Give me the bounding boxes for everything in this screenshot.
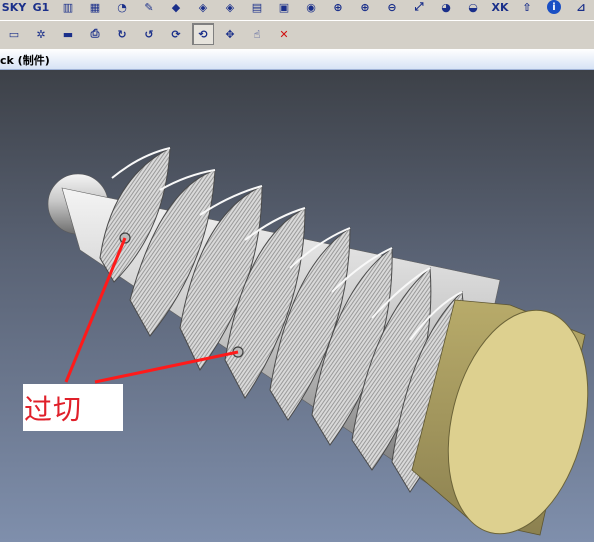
part-body	[47, 147, 589, 536]
rotate-x-icon: ↻	[117, 27, 127, 41]
zoom-window-button[interactable]: ⊕	[327, 0, 349, 18]
g1-button[interactable]: G1	[30, 0, 52, 18]
overcut-callout-label: 过切	[24, 392, 83, 426]
image-button[interactable]: ▬	[57, 23, 79, 45]
overcut-callout-box: 过切	[23, 384, 123, 431]
rotate-z-icon: ⟳	[171, 27, 181, 41]
xk-button[interactable]: XK	[489, 0, 511, 18]
gauge-button[interactable]: ▥	[57, 0, 79, 18]
gauge-text-icon: ▦	[89, 0, 101, 14]
gauge-text-button[interactable]: ▦	[84, 0, 106, 18]
eraser-button[interactable]: ◆	[165, 0, 187, 18]
rotate-z-button[interactable]: ⟳	[165, 23, 187, 45]
pointer-icon: ☝	[253, 27, 261, 41]
pencil-eraser-2-icon: ◈	[225, 0, 235, 14]
rotate-y-button[interactable]: ↺	[138, 23, 160, 45]
settings-button[interactable]: ✲	[30, 23, 52, 45]
sky-view-icon: SKY	[1, 0, 27, 14]
chart-icon: ⊿	[576, 0, 586, 14]
folder-button[interactable]: ▣	[273, 0, 295, 18]
pen-button[interactable]: ✎	[138, 0, 160, 18]
info-icon: i	[547, 0, 561, 14]
sky-view-button[interactable]: SKY	[1, 0, 27, 18]
zoom-in-icon: ⊕	[360, 0, 370, 14]
folder-icon: ▣	[278, 0, 290, 14]
eye-icon: ◕	[441, 0, 451, 14]
export-button[interactable]: ⇧	[516, 0, 538, 18]
fit-view-button[interactable]: ⤢	[408, 0, 430, 18]
xk-icon: XK	[491, 0, 509, 14]
rotate-xy-icon: ⟲	[198, 27, 208, 41]
eraser-icon: ◆	[171, 0, 181, 14]
info-button[interactable]: i	[543, 0, 565, 18]
move-button[interactable]: ✥	[219, 23, 241, 45]
pencil-eraser-icon: ◈	[198, 0, 208, 14]
g1-icon: G1	[32, 0, 50, 14]
document-title-bar: ck (制件)	[0, 49, 594, 70]
zoom-window-icon: ⊕	[333, 0, 343, 14]
chart-button[interactable]: ⊿	[570, 0, 592, 18]
fit-view-icon: ⤢	[414, 0, 424, 13]
lathe-button[interactable]: ◔	[111, 0, 133, 18]
settings-icon: ✲	[36, 27, 46, 41]
book-button[interactable]: ▤	[246, 0, 268, 18]
close-button[interactable]: ✕	[273, 23, 295, 45]
zoom-out-button[interactable]: ⊖	[381, 0, 403, 18]
top-toolbar: SKY G1 ▥ ▦ ◔ ✎ ◆ ◈ ◈ ▤ ▣ ◉ ⊕ ⊕ ⊖ ⤢ ◕ ◒ XK ⇧ i ⊿	[0, 0, 594, 21]
grab-icon: ◒	[468, 0, 478, 14]
callout-line-2	[94, 350, 239, 384]
pen-icon: ✎	[144, 0, 154, 14]
print-icon: ⎙	[90, 27, 100, 40]
camera-button[interactable]: ▭	[3, 23, 25, 45]
grab-button[interactable]: ◒	[462, 0, 484, 18]
move-icon: ✥	[225, 27, 235, 41]
lathe-icon: ◔	[117, 0, 127, 14]
eye-button[interactable]: ◕	[435, 0, 457, 18]
zoom-out-icon: ⊖	[387, 0, 397, 14]
gauge-icon: ▥	[62, 0, 74, 14]
rotate-xy-button[interactable]: ⟲	[192, 23, 214, 45]
window-title: ck (制件)	[0, 54, 50, 67]
pencil-eraser-2-button[interactable]: ◈	[219, 0, 241, 18]
pencil-eraser-button[interactable]: ◈	[192, 0, 214, 18]
part-render	[47, 147, 589, 536]
zoom-in-button[interactable]: ⊕	[354, 0, 376, 18]
book-icon: ▤	[251, 0, 263, 14]
camera-icon: ▭	[8, 27, 20, 41]
rotate-x-button[interactable]: ↻	[111, 23, 133, 45]
print-button[interactable]: ⎙	[84, 23, 106, 45]
close-icon: ✕	[279, 27, 289, 41]
pointer-button[interactable]: ☝	[246, 23, 268, 45]
bottom-toolbar: ▭ ✲ ▬ ⎙ ↻ ↺ ⟳ ⟲ ✥ ☝ ✕	[0, 20, 594, 50]
palette-button[interactable]: ◉	[300, 0, 322, 18]
3d-viewport[interactable]: 过切	[0, 70, 594, 542]
image-icon: ▬	[62, 27, 74, 41]
palette-icon: ◉	[306, 0, 316, 14]
export-icon: ⇧	[522, 0, 532, 14]
rotate-y-icon: ↺	[144, 27, 154, 41]
